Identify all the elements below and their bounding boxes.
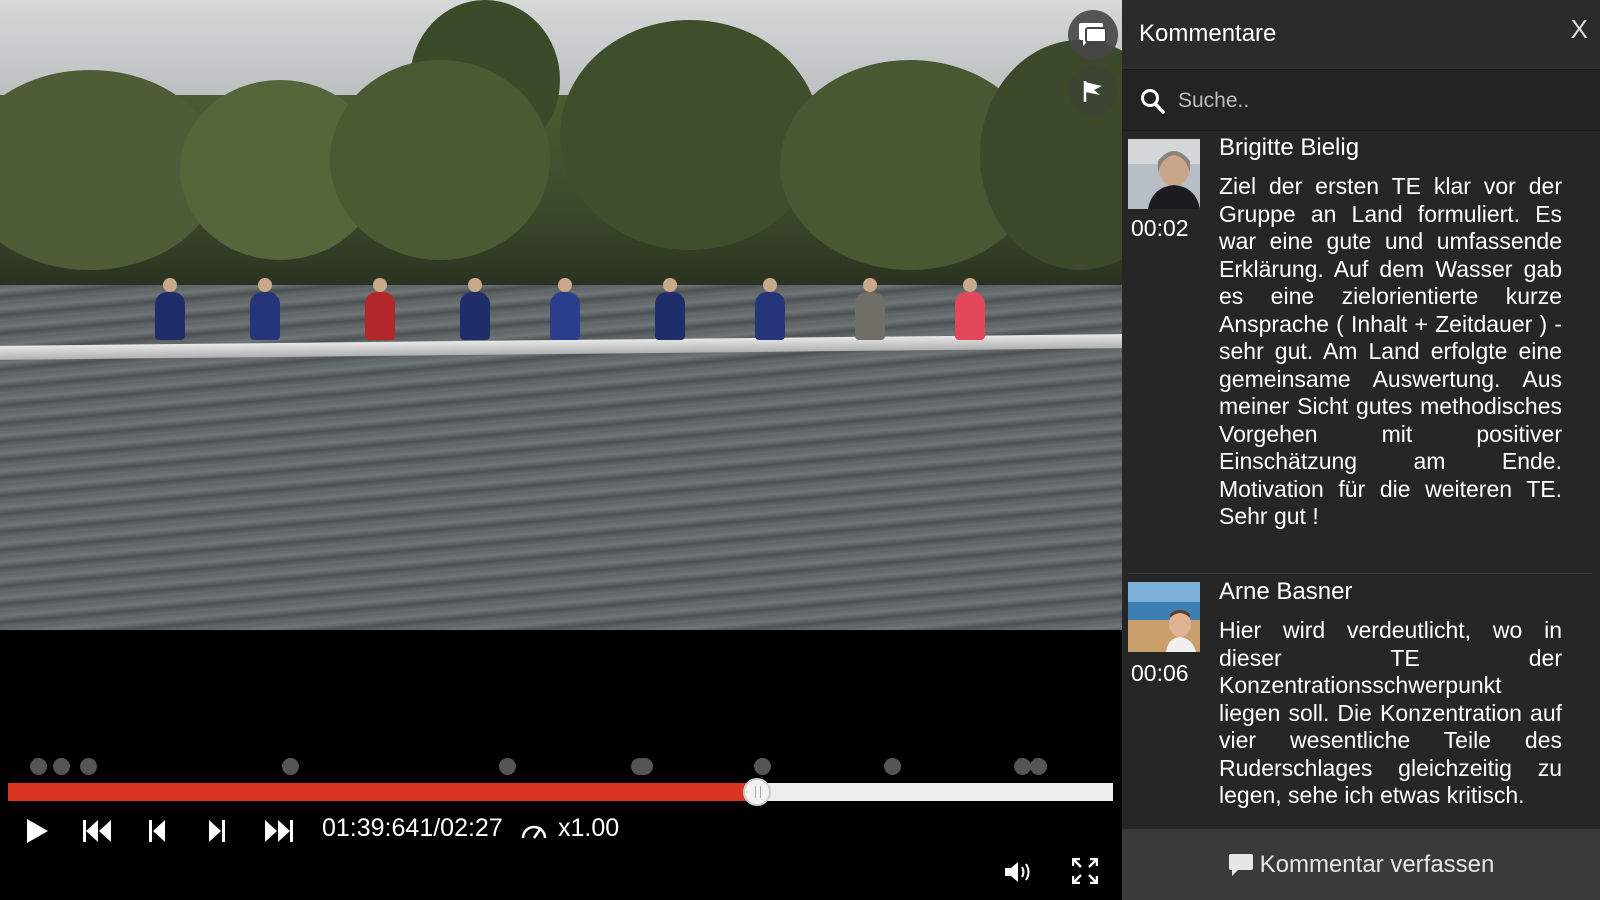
comment-marker[interactable]: [636, 758, 654, 775]
comment-author: Arne Basner: [1219, 578, 1353, 605]
flag-icon: [1083, 81, 1102, 102]
comment-marker[interactable]: [753, 758, 771, 775]
comment-timestamp[interactable]: 00:02: [1131, 215, 1189, 242]
speedometer-icon: [521, 825, 547, 839]
time-display: 01:39:641/02:27: [322, 814, 503, 842]
video-rower: [550, 278, 580, 340]
step-back-button[interactable]: [145, 816, 169, 846]
comments-sidebar: Kommentare X 00:02 Brigitte B: [1122, 0, 1600, 900]
comment-marker[interactable]: [53, 758, 71, 775]
skip-to-start-icon: [83, 820, 111, 842]
play-icon: [27, 819, 48, 843]
avatar[interactable]: [1128, 582, 1200, 652]
comment-marker[interactable]: [1014, 758, 1032, 775]
comment-text: Ziel der ersten TE klar vor der Gruppe a…: [1219, 173, 1562, 529]
video-tree: [330, 60, 550, 260]
app-root: 01:39:641/02:27 x1.00 Kommentare X Suche…: [0, 0, 1600, 900]
step-back-icon: [149, 820, 165, 842]
volume-icon: [1005, 862, 1030, 882]
fullscreen-button[interactable]: [1071, 857, 1099, 889]
comment-timestamp[interactable]: 00:06: [1131, 660, 1189, 687]
skip-to-start-button[interactable]: [80, 816, 114, 846]
write-comment-label: Kommentar verfassen: [1259, 850, 1495, 878]
video-rower: [755, 278, 785, 340]
sidebar-title: Kommentare: [1139, 20, 1277, 47]
comment-marker[interactable]: [79, 758, 97, 775]
video-rower: [655, 278, 685, 340]
comment-divider: [1128, 573, 1592, 574]
video-rower: [365, 278, 395, 340]
search-bar: [1122, 71, 1600, 131]
avatar-image: [1128, 582, 1200, 652]
close-sidebar-button[interactable]: X: [1571, 14, 1588, 45]
comment-marker[interactable]: [29, 758, 47, 775]
comment-item: 00:06 Arne Basner Hier wird verdeutlicht…: [1122, 575, 1600, 825]
seek-bar-fill: [8, 783, 758, 801]
sidebar-header: Kommentare X: [1122, 0, 1600, 70]
skip-to-end-icon: [265, 820, 293, 842]
search-input[interactable]: [1178, 84, 1578, 118]
play-button[interactable]: [22, 816, 52, 846]
video-frame[interactable]: [0, 0, 1122, 630]
chat-icon: [1079, 23, 1107, 46]
avatar-image: [1128, 139, 1200, 209]
comment-marker[interactable]: [281, 758, 299, 775]
video-rower: [460, 278, 490, 340]
video-player: 01:39:641/02:27 x1.00: [0, 0, 1122, 900]
playback-speed-button[interactable]: x1.00: [558, 814, 619, 843]
seek-bar[interactable]: [8, 778, 1113, 806]
flag-button[interactable]: [1068, 66, 1118, 116]
search-icon: [1141, 89, 1165, 114]
comment-item: 00:02 Brigitte Bielig Ziel der ersten TE…: [1122, 131, 1600, 571]
write-comment-button[interactable]: Kommentar verfassen: [1122, 829, 1600, 900]
video-rower: [955, 278, 985, 340]
comment-markers: [0, 758, 1122, 776]
video-tree: [560, 20, 820, 250]
step-forward-button[interactable]: [205, 816, 229, 846]
comment-author: Brigitte Bielig: [1219, 134, 1360, 161]
video-rower: [155, 278, 185, 340]
comment-marker[interactable]: [884, 758, 901, 775]
comment-marker[interactable]: [499, 758, 517, 775]
skip-to-end-button[interactable]: [262, 816, 296, 846]
comment-marker[interactable]: [1029, 758, 1047, 775]
comment-text: Hier wird verdeutlicht, wo in dieser TE …: [1219, 617, 1562, 808]
volume-button[interactable]: [1004, 860, 1034, 889]
comments-toggle-button[interactable]: [1068, 10, 1118, 60]
avatar[interactable]: [1128, 139, 1200, 209]
video-rower: [250, 278, 280, 340]
fullscreen-icon: [1071, 857, 1099, 885]
step-forward-icon: [209, 820, 225, 842]
video-rower: [855, 278, 885, 340]
comment-icon: [1228, 853, 1253, 876]
seek-bar-thumb[interactable]: [743, 778, 772, 806]
